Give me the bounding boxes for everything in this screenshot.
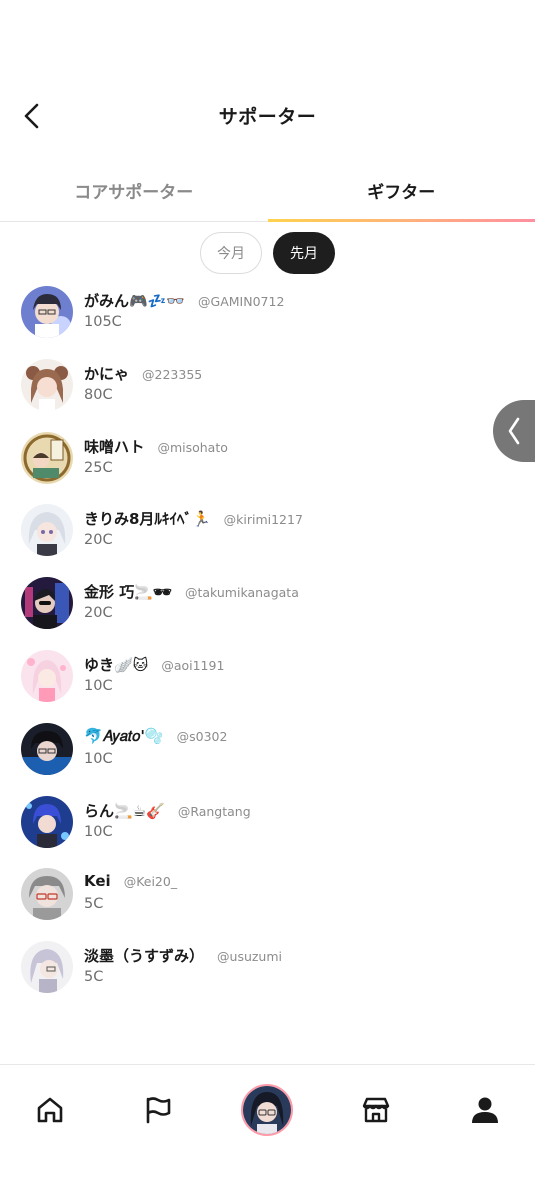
- supporter-name: ゆき🪽🐱: [84, 655, 149, 674]
- avatar: [21, 941, 73, 994]
- nav-events[interactable]: [131, 1083, 185, 1137]
- this-month-button[interactable]: 今月: [200, 232, 262, 274]
- period-toggle: 今月 先月: [0, 232, 535, 274]
- supporter-name: かにゃ: [84, 364, 130, 383]
- chevron-left-icon: [508, 417, 520, 445]
- avatar: [21, 868, 73, 921]
- avatar: [21, 577, 73, 630]
- supporter-name: 🐬𝐴𝑦𝑎𝑡𝑜'🫧: [84, 726, 164, 745]
- supporter-name: らん🚬☕🎸: [84, 801, 165, 820]
- list-item[interactable]: Kei @Kei20_ 5C: [0, 865, 535, 938]
- supporter-name: がみん🎮💤👓: [84, 292, 186, 310]
- avatar: [21, 504, 73, 557]
- supporter-handle: @223355: [142, 366, 203, 382]
- supporter-handle: @usuzumi: [217, 949, 283, 965]
- supporter-handle: @GAMIN0712: [198, 294, 285, 309]
- store-icon: [362, 1097, 390, 1123]
- coin-count: 10C: [84, 823, 113, 840]
- avatar: [241, 1084, 293, 1136]
- nav-profile-avatar[interactable]: [240, 1083, 294, 1137]
- coin-count: 10C: [84, 750, 113, 767]
- supporter-handle: @takumikanagata: [184, 585, 299, 601]
- home-icon: [37, 1097, 63, 1123]
- supporter-name: 淡墨（うすずみ）: [84, 947, 205, 966]
- supporter-list: がみん🎮💤👓 @GAMIN0712 105C かにゃ @223355 80C 味噌ハ…: [0, 283, 535, 1011]
- tab-core-supporters[interactable]: コアサポーター: [0, 160, 268, 221]
- avatar: [21, 286, 73, 338]
- coin-count: 80C: [84, 386, 113, 403]
- bottom-nav: [0, 1064, 535, 1200]
- supporter-handle: @kirimi1217: [223, 512, 303, 528]
- coin-count: 105C: [84, 314, 122, 330]
- coin-count: 20C: [84, 605, 113, 622]
- list-item[interactable]: きりみ8月ﾙｷｲﾍﾞ🏃 @kirimi1217 20C: [0, 501, 535, 574]
- coin-count: 5C: [84, 969, 104, 986]
- supporter-name: Kei: [84, 872, 111, 891]
- last-month-button[interactable]: 先月: [273, 232, 335, 274]
- flag-icon: [146, 1097, 171, 1124]
- list-item[interactable]: ゆき🪽🐱 @aoi1191 10C: [0, 647, 535, 720]
- list-item[interactable]: がみん🎮💤👓 @GAMIN0712 105C: [0, 283, 535, 356]
- nav-account[interactable]: [458, 1083, 512, 1137]
- user-icon: [472, 1097, 498, 1123]
- supporter-name: きりみ8月ﾙｷｲﾍﾞ🏃: [84, 510, 211, 529]
- nav-store[interactable]: [349, 1083, 403, 1137]
- nav-home[interactable]: [23, 1083, 77, 1137]
- list-item[interactable]: 味噌ハト @misohato 25C: [0, 429, 535, 502]
- coin-count: 10C: [84, 677, 113, 694]
- list-item[interactable]: 淡墨（うすずみ） @usuzumi 5C: [0, 938, 535, 1011]
- avatar: [21, 649, 73, 702]
- supporter-handle: @Kei20_: [123, 874, 178, 890]
- list-item[interactable]: かにゃ @223355 80C: [0, 356, 535, 429]
- list-item[interactable]: 🐬𝐴𝑦𝑎𝑡𝑜'🫧 @s0302 10C: [0, 720, 535, 793]
- supporter-handle: @misohato: [157, 439, 228, 455]
- supporter-name: 金形 巧🚬🕶: [84, 583, 172, 602]
- supporter-name: 味噌ハト: [84, 437, 145, 456]
- coin-count: 25C: [84, 459, 113, 476]
- active-tab-indicator: [267, 219, 535, 222]
- supporter-handle: @Rangtang: [177, 803, 251, 819]
- tab-label: コアサポーター: [74, 183, 194, 203]
- avatar: [21, 722, 73, 775]
- header: サポーター: [0, 86, 535, 146]
- coin-count: 5C: [84, 896, 104, 913]
- tab-label: ギフター: [367, 183, 436, 203]
- coin-count: 20C: [84, 532, 113, 549]
- tab-gifters[interactable]: ギフター: [267, 160, 535, 222]
- avatar: [21, 431, 73, 484]
- supporter-handle: @s0302: [176, 728, 228, 744]
- avatar: [21, 795, 73, 848]
- avatar: [21, 358, 73, 411]
- list-item[interactable]: 金形 巧🚬🕶 @takumikanagata 20C: [0, 574, 535, 647]
- tab-bar: コアサポーター ギフター: [0, 160, 535, 222]
- page-title: サポーター: [218, 106, 317, 128]
- list-item[interactable]: らん🚬☕🎸 @Rangtang 10C: [0, 793, 535, 866]
- supporter-handle: @aoi1191: [161, 657, 225, 673]
